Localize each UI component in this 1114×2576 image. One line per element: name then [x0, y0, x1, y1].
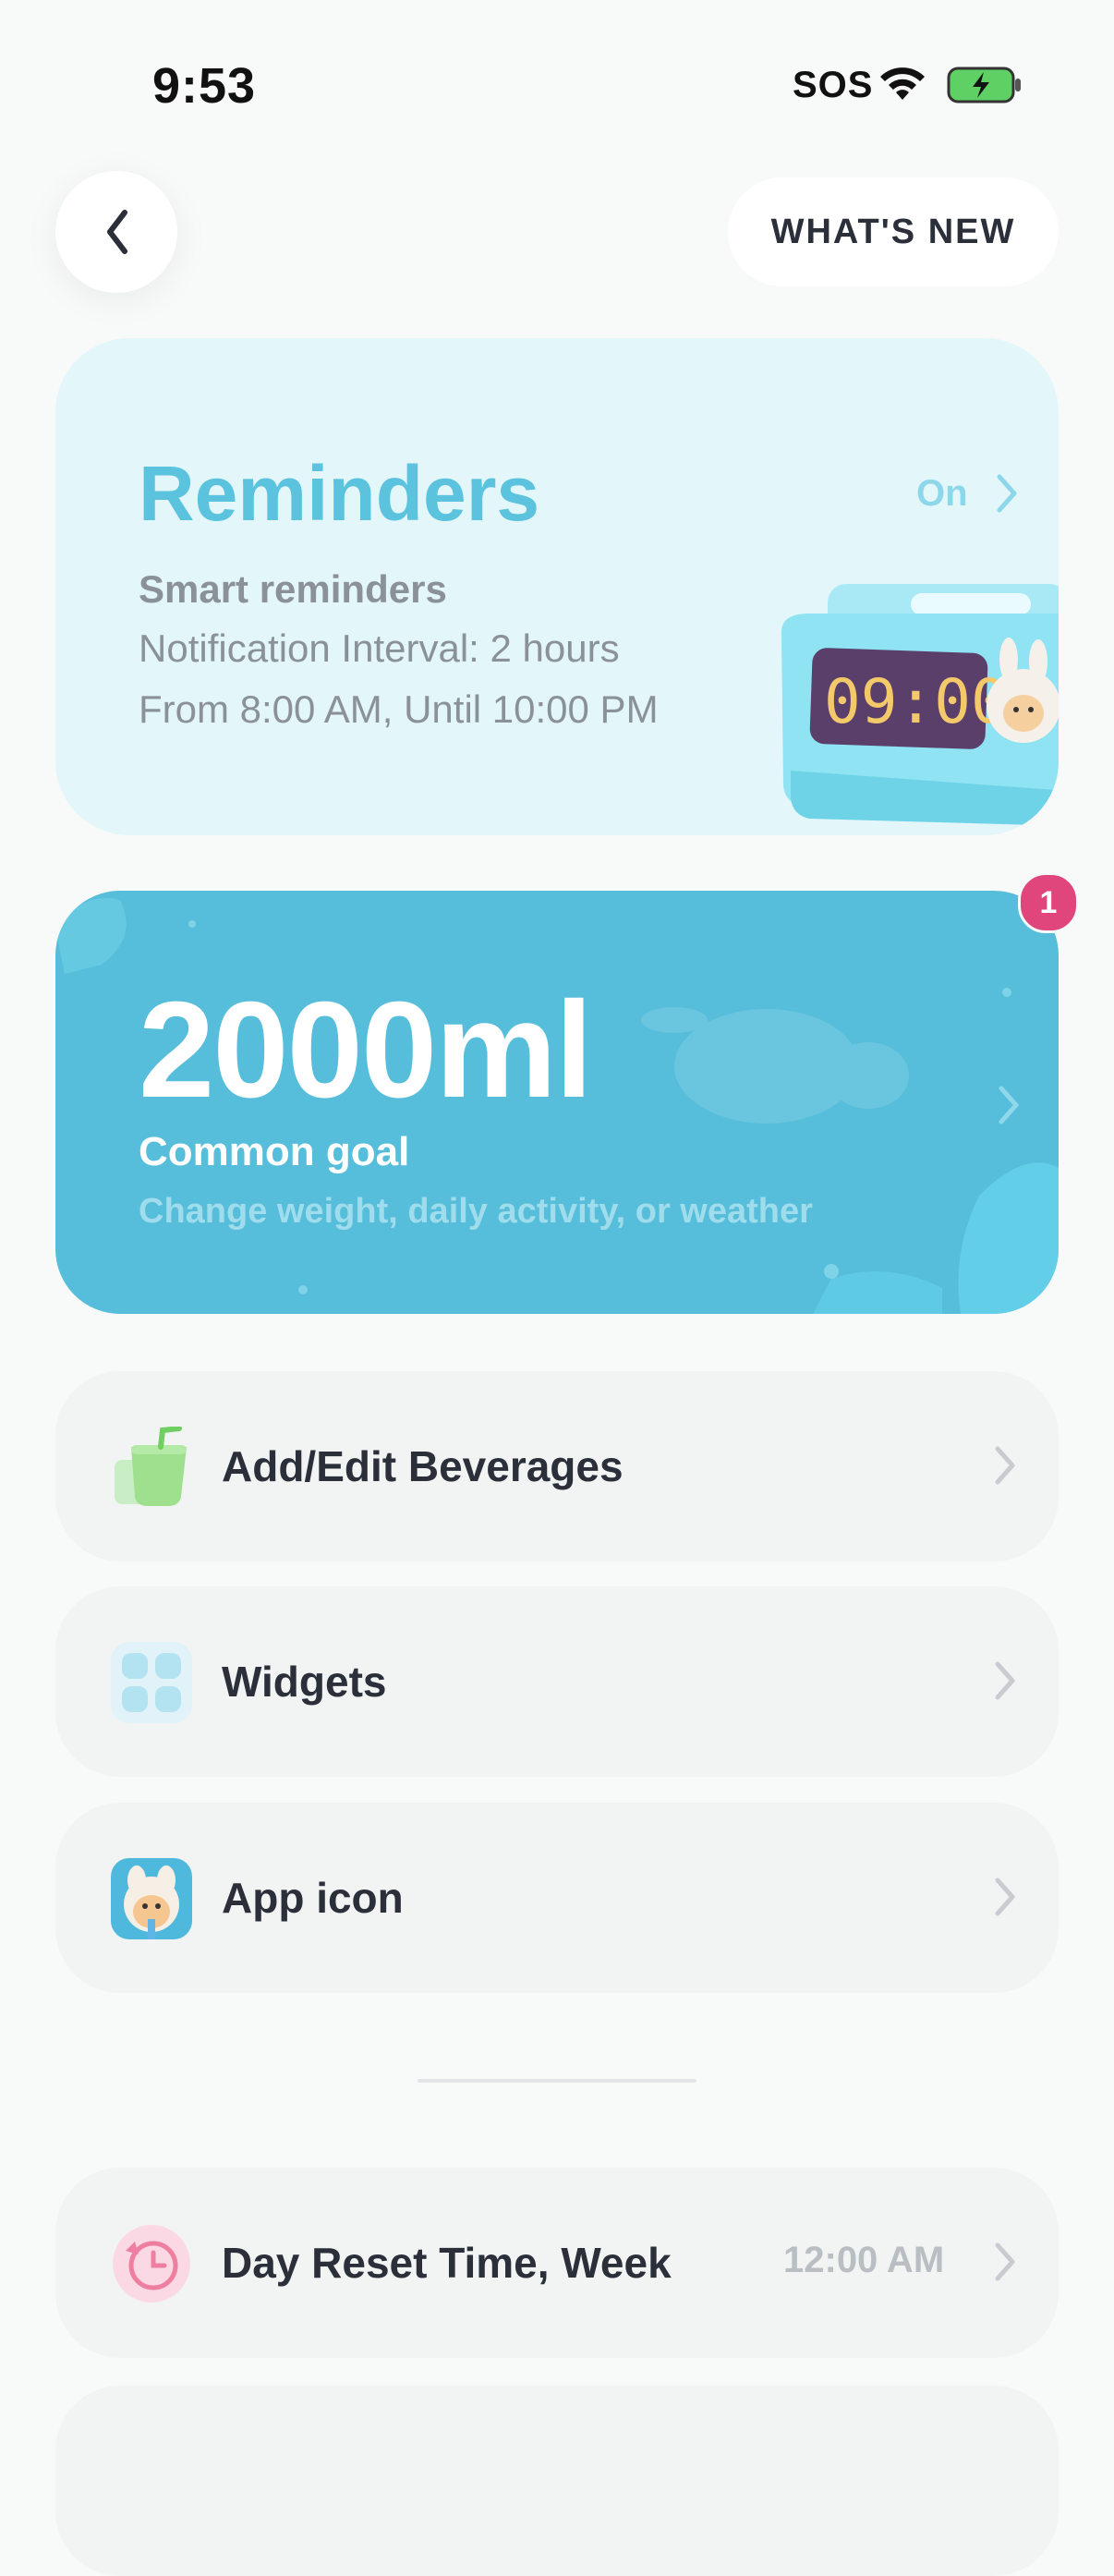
- chevron-right-icon: [997, 474, 1017, 513]
- notification-badge: 1: [1018, 872, 1079, 933]
- status-carrier: SOS: [793, 65, 874, 105]
- menu-row-widgets[interactable]: Widgets: [55, 1586, 1059, 1777]
- goal-label: Common goal: [139, 1129, 410, 1174]
- menu-row-label: Widgets: [222, 1658, 387, 1706]
- settings-row-value: 12:00 AM: [783, 2240, 945, 2280]
- reset-clock-icon: [113, 2225, 190, 2303]
- goal-card[interactable]: 2000ml Common goal Change weight, daily …: [55, 891, 1059, 1314]
- chevron-right-icon: [999, 1086, 1019, 1124]
- settings-row-label: Day Reset Time, Week: [222, 2239, 672, 2287]
- reminders-card[interactable]: Reminders On Smart reminders Notificatio…: [55, 338, 1059, 835]
- alarm-clock-illustration: 09:00: [781, 584, 1059, 826]
- menu-row-label: Add/Edit Beverages: [222, 1442, 624, 1490]
- settings-row-day-reset[interactable]: Day Reset Time, Week 12:00 AM: [55, 2168, 1059, 2358]
- widgets-icon: [111, 1642, 192, 1723]
- chevron-right-icon: [995, 1661, 1015, 1700]
- whats-new-button[interactable]: WHAT'S NEW: [728, 177, 1059, 286]
- battery-icon: [947, 67, 1021, 103]
- reminders-title: Reminders: [139, 450, 540, 537]
- chevron-right-icon: [995, 1877, 1015, 1916]
- clock-display: 09:00: [824, 666, 1008, 737]
- beverage-icon: [115, 1427, 187, 1506]
- menu-row-beverages[interactable]: Add/Edit Beverages: [55, 1371, 1059, 1561]
- settings-row-next[interactable]: [55, 2386, 1059, 2576]
- status-time: 9:53: [152, 58, 257, 114]
- reminders-subtitle: Smart reminders: [139, 567, 447, 611]
- menu-row-app-icon[interactable]: App icon: [55, 1803, 1059, 1993]
- wifi-icon: [880, 67, 925, 100]
- reminders-schedule: From 8:00 AM, Until 10:00 PM: [139, 687, 659, 731]
- app-icon-preview: [111, 1858, 192, 1939]
- chevron-right-icon: [995, 1446, 1015, 1485]
- chevron-right-icon: [995, 2242, 1015, 2281]
- menu-row-label: App icon: [222, 1874, 404, 1922]
- back-button[interactable]: [55, 171, 177, 293]
- reminders-interval: Notification Interval: 2 hours: [139, 626, 620, 670]
- goal-amount: 2000ml: [139, 974, 593, 1126]
- section-divider: [418, 2079, 696, 2083]
- goal-hint: Change weight, daily activity, or weathe…: [139, 1192, 813, 1231]
- reminders-status: On: [916, 473, 968, 514]
- chevron-left-icon: [107, 210, 127, 254]
